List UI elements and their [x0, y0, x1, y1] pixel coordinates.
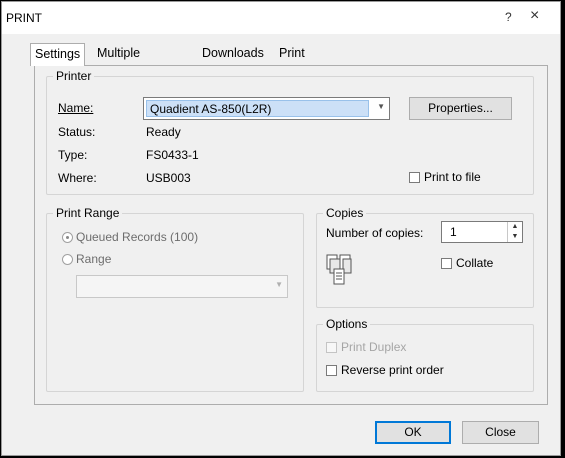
- chevron-down-icon: ▼: [275, 280, 283, 289]
- print-to-file-label: Print to file: [424, 170, 481, 184]
- copies-stepper[interactable]: 1 ▲ ▼: [441, 221, 523, 243]
- window-title: PRINT: [6, 11, 42, 25]
- close-button[interactable]: Close: [462, 421, 539, 444]
- options-group: Options: [316, 317, 534, 392]
- name-label: Name:: [58, 101, 93, 115]
- printer-group-legend: Printer: [56, 69, 92, 83]
- number-of-copies-label: Number of copies:: [326, 226, 424, 240]
- type-label: Type:: [58, 148, 88, 162]
- print-dialog: PRINT ? × Settings Multiple Printers Dow…: [1, 1, 561, 456]
- name-label-accel: Name:: [58, 101, 94, 115]
- spin-arrows-icon[interactable]: ▲ ▼: [507, 222, 522, 242]
- print-range-legend: Print Range: [56, 206, 120, 220]
- where-value: USB003: [146, 171, 191, 185]
- tab-settings[interactable]: Settings: [30, 43, 86, 66]
- printer-name-value: Quadient AS-850(L2R): [146, 100, 369, 117]
- ok-button[interactable]: OK: [375, 421, 451, 444]
- where-label: Where:: [58, 171, 97, 185]
- print-duplex-label: Print Duplex: [341, 340, 407, 354]
- tab-downloads[interactable]: Downloads: [198, 43, 268, 65]
- copies-value: 1: [450, 225, 457, 239]
- status-value: Ready: [146, 125, 181, 139]
- collate-pages-icon: [326, 254, 352, 285]
- range-label: Range: [76, 252, 112, 266]
- settings-panel: Printer Name: Quadient AS-850(L2R) ▼ Pro…: [34, 65, 548, 405]
- status-label: Status:: [58, 125, 96, 139]
- reverse-print-order-checkbox[interactable]: [326, 365, 337, 376]
- chevron-down-icon: ▼: [377, 102, 385, 111]
- close-icon[interactable]: ×: [530, 7, 539, 25]
- help-icon[interactable]: ?: [505, 10, 512, 24]
- printer-name-select[interactable]: Quadient AS-850(L2R) ▼: [143, 97, 390, 120]
- print-duplex-checkbox[interactable]: [326, 342, 337, 353]
- queued-records-radio[interactable]: [62, 232, 73, 243]
- reverse-print-order-label: Reverse print order: [341, 363, 444, 377]
- range-select[interactable]: ▼: [76, 275, 288, 298]
- options-legend: Options: [326, 317, 368, 331]
- collate-label: Collate: [456, 256, 494, 270]
- tab-multiple-printers[interactable]: Multiple Printers: [93, 43, 144, 80]
- copies-legend: Copies: [326, 206, 364, 220]
- properties-button[interactable]: Properties...: [409, 97, 512, 120]
- title-bar: PRINT ? ×: [2, 2, 560, 34]
- type-value: FS0433-1: [146, 148, 199, 162]
- radio-dot: [66, 236, 69, 239]
- tab-print-options[interactable]: Print Options: [275, 43, 326, 80]
- queued-records-label: Queued Records (100): [76, 230, 199, 244]
- range-radio[interactable]: [62, 254, 73, 265]
- collate-checkbox[interactable]: [441, 258, 452, 269]
- print-to-file-checkbox[interactable]: [409, 172, 420, 183]
